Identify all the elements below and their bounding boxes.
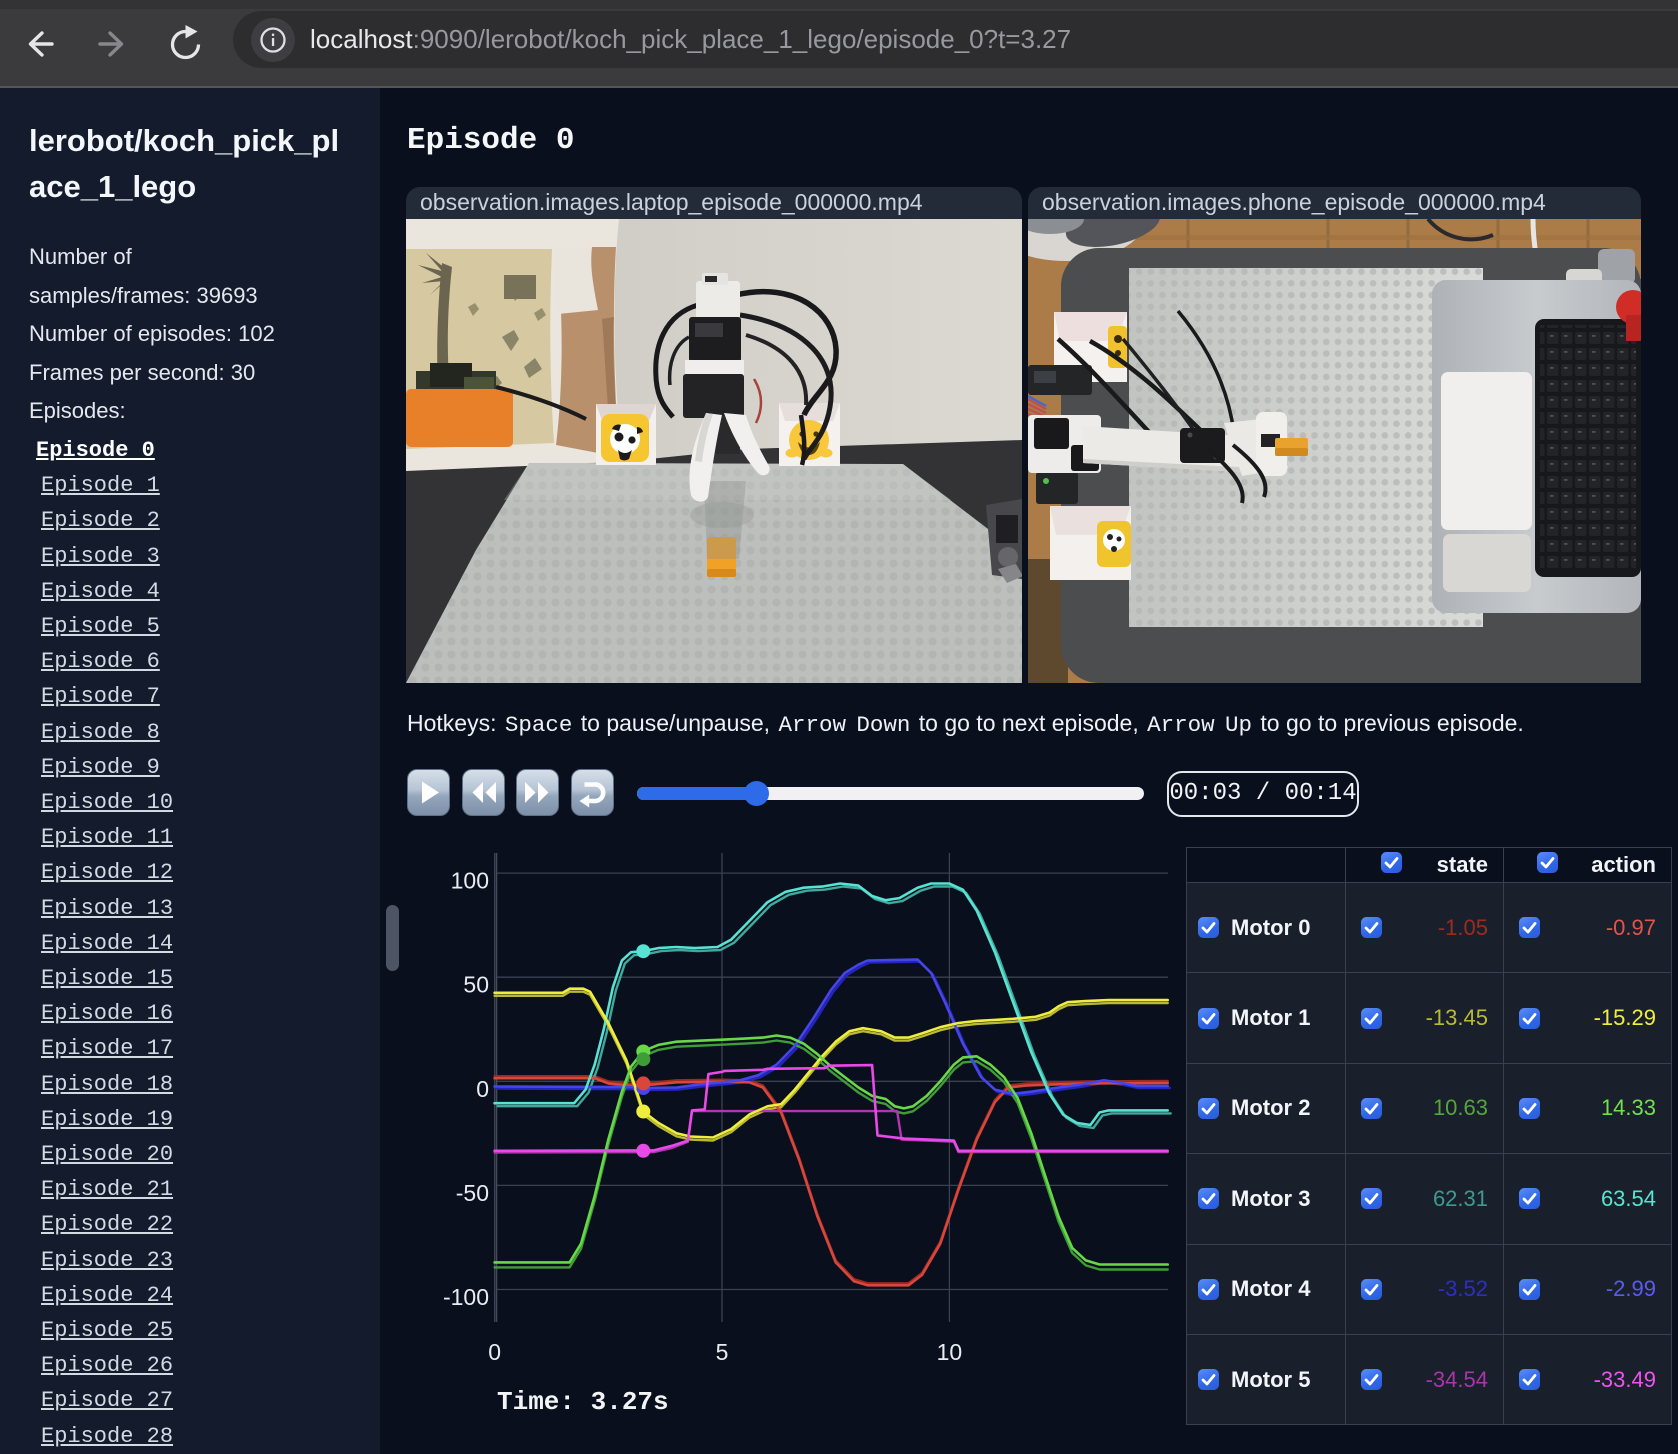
svg-text:0: 0 — [476, 1076, 489, 1102]
svg-text:0: 0 — [488, 1339, 501, 1365]
svg-text:10: 10 — [937, 1339, 963, 1365]
svg-text:5: 5 — [716, 1339, 729, 1365]
svg-text:50: 50 — [463, 972, 489, 998]
svg-text:100: 100 — [451, 868, 489, 894]
svg-text:-50: -50 — [456, 1180, 489, 1206]
svg-text:-100: -100 — [443, 1284, 489, 1310]
